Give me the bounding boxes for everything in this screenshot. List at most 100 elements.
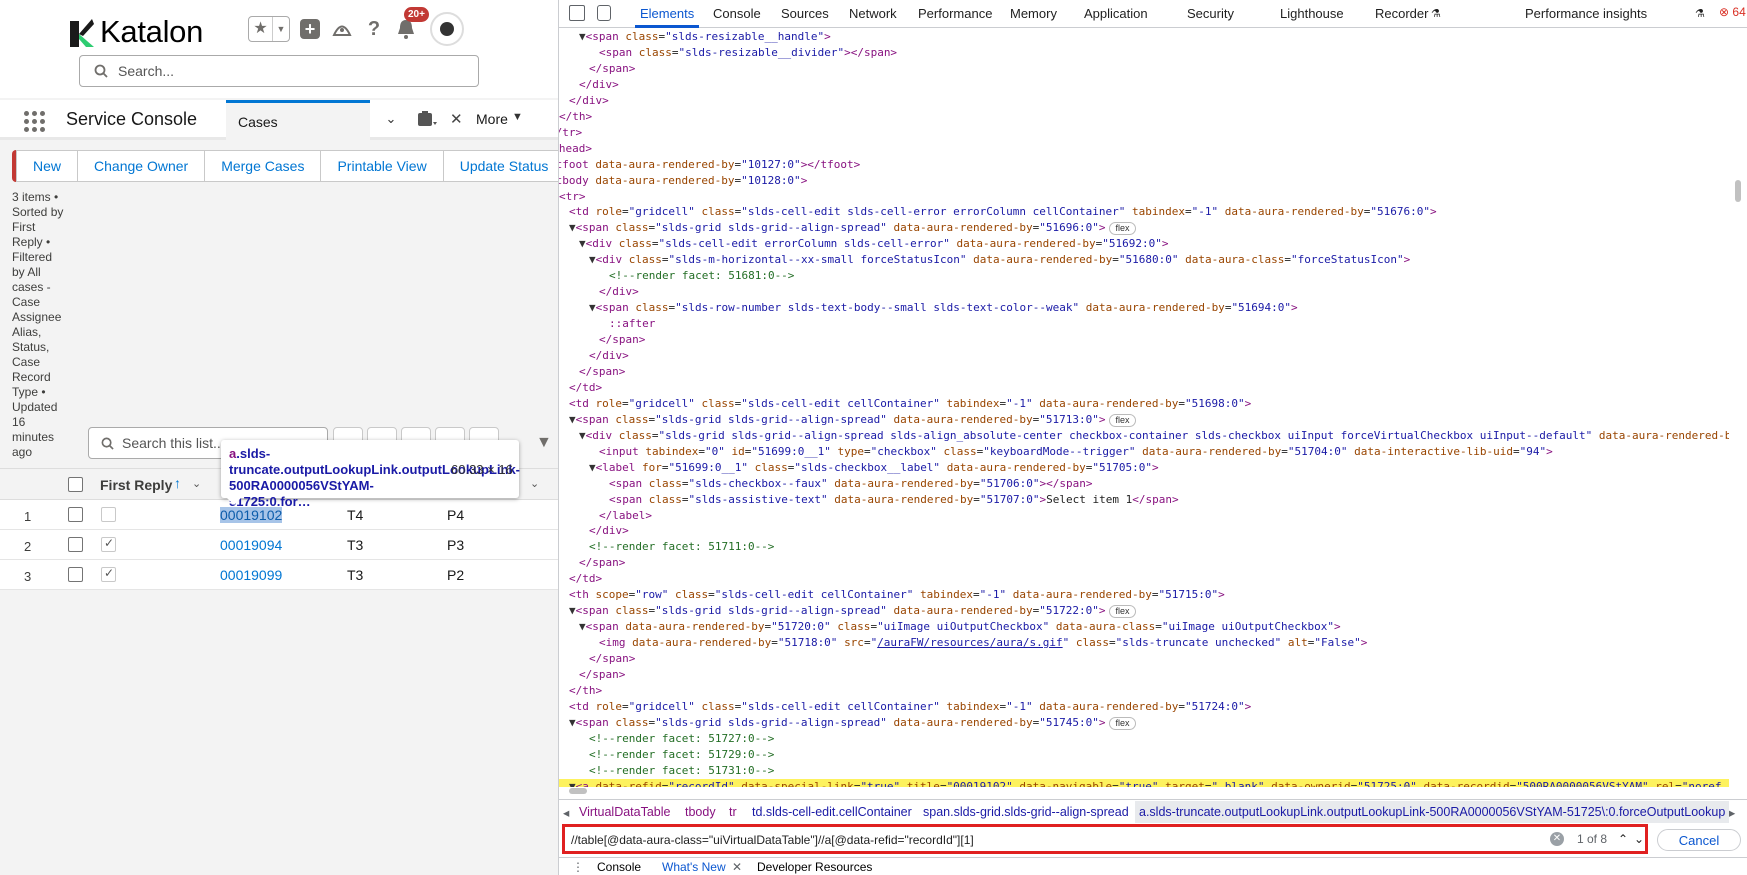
dom-node-line[interactable]: <input tabindex="0" id="51699:0__1" type…	[599, 444, 1553, 460]
tab-recorder[interactable]: Recorder	[1375, 6, 1428, 21]
dom-node-line[interactable]: <!--render facet: 51681:0-->	[609, 268, 794, 284]
dom-node-line[interactable]: </span>	[579, 364, 625, 380]
notifications-button[interactable]: 20+	[394, 7, 429, 41]
dom-node-line[interactable]: ▼<span class="slds-row-number slds-text-…	[589, 300, 1298, 316]
star-icon[interactable]: ★	[249, 17, 273, 41]
dom-node-line[interactable]: </th>	[559, 109, 592, 125]
dom-node-line[interactable]: </td>	[569, 571, 602, 587]
breadcrumb-item[interactable]: tbody	[685, 805, 716, 819]
dom-node-line[interactable]: <!--render facet: 51729:0-->	[589, 747, 774, 763]
vertical-scrollbar[interactable]	[1735, 180, 1741, 202]
tab-memory[interactable]: Memory	[1010, 6, 1057, 21]
dom-node-selected[interactable]: ▼<a data-refid="recordId" data-special-l…	[559, 778, 1729, 787]
update-status-button[interactable]: Update Status	[442, 150, 558, 182]
dom-node-line[interactable]: </span>	[599, 332, 645, 348]
dom-node-line[interactable]: </td>	[569, 380, 602, 396]
dom-node-line[interactable]: <tbody data-aura-rendered-by="10128:0">	[559, 173, 807, 189]
split-view-icon[interactable]	[417, 110, 439, 130]
dom-node-line[interactable]: ▼<span class="slds-resizable__handle">	[579, 29, 831, 45]
tab-security[interactable]: Security	[1187, 6, 1234, 21]
inspect-element-icon[interactable]	[569, 5, 585, 21]
dom-node-line[interactable]: <!--render facet: 51731:0-->	[589, 763, 774, 779]
dom-node-line[interactable]: <span class="slds-resizable__divider"></…	[599, 45, 897, 61]
tab-elements[interactable]: Elements	[640, 6, 694, 21]
global-search-box[interactable]	[79, 55, 479, 87]
favorites-button[interactable]: ★ ▼	[248, 16, 290, 42]
global-search-input[interactable]	[118, 63, 448, 79]
next-match-icon[interactable]: ⌄	[1631, 830, 1647, 848]
dom-node-line[interactable]: <tfoot data-aura-rendered-by="10127:0"><…	[559, 157, 860, 173]
dom-node-line[interactable]: </thead>	[559, 141, 592, 157]
column-header-first-reply[interactable]: First Reply	[100, 477, 172, 493]
tab-console[interactable]: Console	[713, 6, 761, 21]
merge-cases-button[interactable]: Merge Cases	[204, 150, 322, 182]
dom-node-line[interactable]: <!--render facet: 51711:0-->	[589, 539, 774, 555]
case-number-link[interactable]: 00019094	[220, 537, 282, 553]
drawer-menu-icon[interactable]: ⋮	[572, 860, 584, 874]
close-icon[interactable]: ✕	[732, 860, 742, 874]
chevron-down-icon[interactable]: ⌄	[192, 477, 201, 490]
error-count-badge[interactable]: ⊗ 64	[1719, 5, 1746, 19]
caret-down-icon[interactable]: ▼	[273, 24, 289, 34]
breadcrumb-scroll-left-icon[interactable]: ◂	[563, 805, 569, 820]
breadcrumb-item[interactable]: tr	[729, 805, 737, 819]
chevron-down-icon[interactable]: ⌄	[530, 477, 539, 490]
dom-node-line[interactable]: </span>	[589, 61, 635, 77]
dom-node-line[interactable]: </label>	[599, 508, 652, 524]
change-owner-button[interactable]: Change Owner	[77, 150, 206, 182]
tab-network[interactable]: Network	[849, 6, 897, 21]
previous-match-icon[interactable]: ⌃	[1615, 830, 1631, 848]
dom-node-line[interactable]: </div>	[579, 77, 619, 93]
clear-search-icon[interactable]: ✕	[1550, 832, 1564, 846]
app-launcher-icon[interactable]	[24, 111, 45, 132]
dom-node-line[interactable]: </tr>	[559, 125, 582, 141]
dom-node-line[interactable]: ▼<span class="slds-grid slds-grid--align…	[569, 412, 1136, 428]
row-select-checkbox[interactable]	[68, 567, 83, 582]
dom-node-line[interactable]: </span>	[589, 651, 635, 667]
chevron-down-icon[interactable]: ⌄	[380, 108, 402, 130]
dom-node-line[interactable]: <span class="slds-assistive-text" data-a…	[609, 492, 1179, 508]
dom-node-line[interactable]: <span class="slds-checkbox--faux" data-a…	[609, 476, 1093, 492]
cancel-search-button[interactable]: Cancel	[1657, 829, 1741, 851]
dom-node-line[interactable]: </div>	[589, 523, 629, 539]
tab-cases[interactable]: Cases	[226, 100, 370, 140]
tab-performance-insights[interactable]: Performance insights	[1525, 6, 1647, 21]
horizontal-scrollbar[interactable]	[569, 788, 587, 794]
row-select-checkbox[interactable]	[68, 507, 83, 522]
breadcrumb-item-selected[interactable]: a.slds-truncate.outputLookupLink.outputL…	[1135, 801, 1730, 823]
tab-application[interactable]: Application	[1084, 6, 1148, 21]
elements-dom-tree[interactable]: ▼<span class="slds-resizable__handle"> <s…	[559, 29, 1729, 787]
drawer-tab-developer-resources[interactable]: Developer Resources	[757, 860, 872, 874]
drawer-tab-console[interactable]: Console	[597, 860, 641, 874]
drawer-tab-whats-new[interactable]: What's New	[662, 860, 726, 874]
dom-node-line[interactable]: <td role="gridcell" class="slds-cell-edi…	[569, 204, 1437, 220]
global-create-button[interactable]: +	[298, 17, 322, 41]
filter-icon[interactable]: ▼	[536, 434, 552, 452]
more-tabs-button[interactable]: More	[476, 111, 508, 127]
breadcrumb-item[interactable]: td.slds-cell-edit.cellContainer	[752, 805, 912, 819]
dom-node-line[interactable]: ▼<span data-aura-rendered-by="51720:0" c…	[579, 619, 1341, 635]
tab-performance[interactable]: Performance	[918, 6, 992, 21]
dom-node-line[interactable]: <img data-aura-rendered-by="51718:0" src…	[599, 635, 1367, 651]
row-select-checkbox[interactable]	[68, 537, 83, 552]
dom-node-line[interactable]: <!--render facet: 51727:0-->	[589, 731, 774, 747]
printable-view-button[interactable]: Printable View	[320, 150, 444, 182]
dom-node-line[interactable]: ::after	[609, 316, 655, 332]
dom-node-line[interactable]: </div>	[589, 348, 629, 364]
dom-node-line[interactable]: </div>	[569, 93, 609, 109]
dom-node-line[interactable]: ▼<label for="51699:0__1" class="slds-che…	[589, 460, 1159, 476]
help-button[interactable]: ?	[362, 17, 386, 41]
trailhead-button[interactable]	[330, 17, 354, 41]
dom-node-line[interactable]: </span>	[579, 555, 625, 571]
tab-lighthouse[interactable]: Lighthouse	[1280, 6, 1344, 21]
dom-node-line[interactable]: ▼<span class="slds-grid slds-grid--align…	[569, 603, 1136, 619]
dom-node-line[interactable]: <th scope="row" class="slds-cell-edit ce…	[569, 587, 1225, 603]
dom-node-line[interactable]: ▼<div class="slds-m-horizontal--xx-small…	[589, 252, 1410, 268]
dom-node-line[interactable]: ▼<span class="slds-grid slds-grid--align…	[569, 715, 1136, 731]
breadcrumb-item[interactable]: span.slds-grid.slds-grid--align-spread	[923, 805, 1129, 819]
dom-node-line[interactable]: ▼<div class="slds-grid slds-grid--align-…	[579, 428, 1729, 444]
new-button[interactable]: New	[16, 150, 79, 182]
dom-node-line[interactable]: <td role="gridcell" class="slds-cell-edi…	[569, 699, 1251, 715]
tab-sources[interactable]: Sources	[781, 6, 829, 21]
dom-node-line[interactable]: ▼<span class="slds-grid slds-grid--align…	[569, 220, 1136, 236]
